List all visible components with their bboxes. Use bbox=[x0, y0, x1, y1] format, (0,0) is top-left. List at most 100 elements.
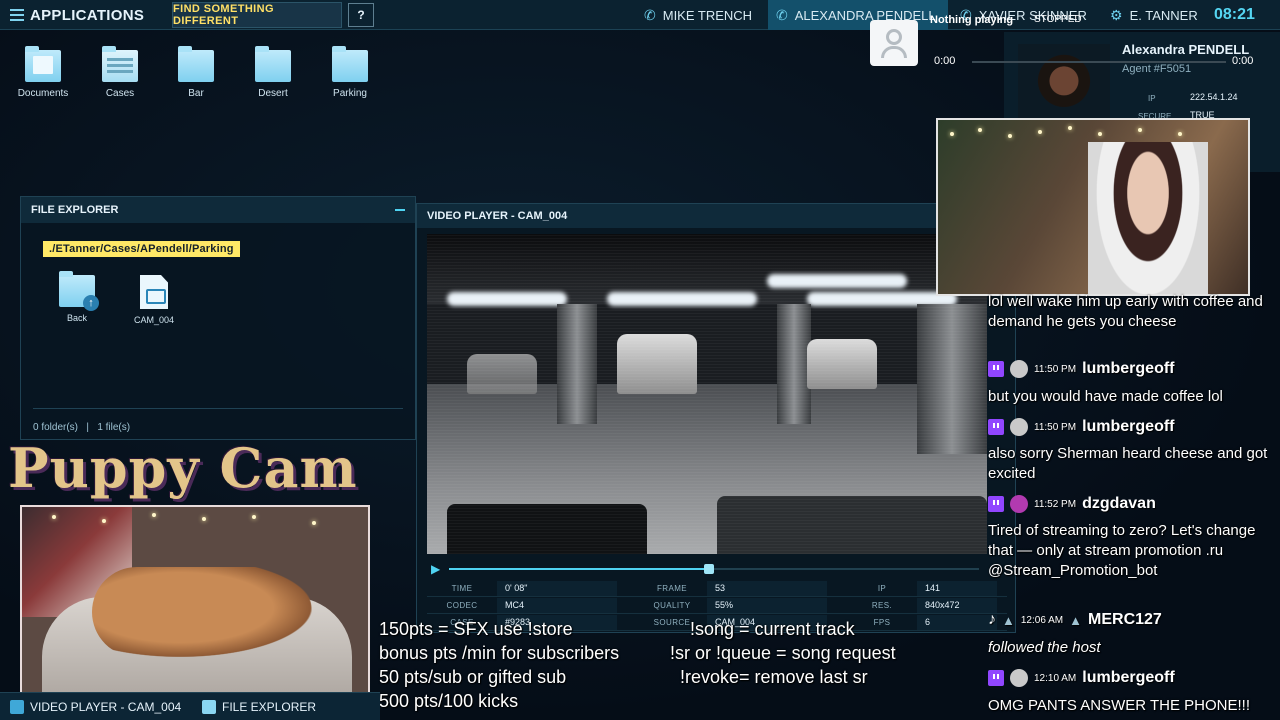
status-separator: | bbox=[86, 422, 89, 433]
twitch-icon bbox=[988, 670, 1004, 686]
screen: APPLICATIONS Find something different ? … bbox=[0, 0, 1280, 720]
meta-value-frame: 53 bbox=[707, 580, 827, 596]
file-label: Back bbox=[66, 313, 87, 323]
twitch-icon bbox=[988, 496, 1004, 512]
desktop-icon-desert[interactable]: Desert bbox=[238, 46, 308, 99]
overlay-line: !revoke= remove last sr bbox=[680, 667, 868, 687]
chat-username-row: 12:10 AM lumbergeoff bbox=[988, 667, 1175, 689]
now-playing-title: Nothing playing bbox=[930, 14, 1014, 26]
chat-message: but you would have made coffee lol bbox=[988, 388, 1223, 405]
desktop-icon-label: Desert bbox=[258, 88, 288, 99]
meta-key: FRAME bbox=[657, 583, 687, 593]
badge-icon bbox=[1010, 418, 1028, 436]
meta-key: TIME bbox=[451, 583, 473, 593]
applications-label: APPLICATIONS bbox=[30, 6, 145, 24]
taskbar-label: VIDEO PLAYER - CAM_004 bbox=[30, 700, 182, 714]
meta-value-quality: 55% bbox=[707, 597, 827, 613]
help-button[interactable]: ? bbox=[348, 3, 374, 27]
folder-icon bbox=[202, 700, 216, 714]
desktop-icon-parking[interactable]: Parking bbox=[315, 46, 385, 99]
agent-ip-key: IP bbox=[1148, 94, 1156, 103]
video-player-window: VIDEO PLAYER - CAM_004 ▶ TIME 0' 08" FRA… bbox=[416, 203, 1016, 633]
camera-file-icon bbox=[140, 275, 168, 309]
back-folder[interactable]: Back bbox=[45, 271, 109, 323]
desktop-icon-bar[interactable]: Bar bbox=[161, 46, 231, 99]
chat-username: MERC127 bbox=[1088, 611, 1162, 628]
meta-key: FPS bbox=[873, 617, 891, 627]
chat-time: 11:50 PM bbox=[1034, 421, 1077, 433]
desktop-icon-cases[interactable]: Cases bbox=[85, 46, 155, 99]
overlay-line: bonus pts /min for subscribers bbox=[379, 643, 620, 663]
video-frame[interactable] bbox=[427, 234, 987, 554]
now-playing-bar bbox=[972, 61, 1226, 63]
phone-icon: ✆ bbox=[644, 6, 656, 23]
divider bbox=[33, 408, 403, 409]
meta-value-codec: MC4 bbox=[497, 597, 617, 613]
window-title: FILE EXPLORER bbox=[31, 204, 119, 216]
meta-key: IP bbox=[877, 583, 887, 593]
puppy-cam-title: Puppy Cam bbox=[8, 436, 358, 500]
minimize-icon[interactable] bbox=[395, 209, 405, 211]
file-cam-004[interactable]: CAM_004 bbox=[122, 275, 186, 325]
arrow-up-icon: ▲ bbox=[1069, 612, 1083, 628]
applications-button[interactable]: APPLICATIONS bbox=[0, 0, 170, 30]
file-explorer-window: FILE EXPLORER ./ETanner/Cases/APendell/P… bbox=[20, 196, 416, 440]
folder-icon bbox=[332, 46, 368, 82]
cases-icon bbox=[102, 46, 138, 82]
overlay-line: 500 pts/100 kicks bbox=[379, 691, 519, 711]
window-title: VIDEO PLAYER - CAM_004 bbox=[427, 210, 568, 222]
taskbar: VIDEO PLAYER - CAM_004 FILE EXPLORER bbox=[0, 692, 380, 720]
play-icon[interactable]: ▶ bbox=[431, 562, 440, 576]
chat-time: 12:06 AM bbox=[1020, 614, 1064, 626]
arrow-up-icon: ▲ bbox=[1002, 612, 1015, 628]
now-playing-elapsed: 0:00 bbox=[934, 55, 956, 67]
file-label: CAM_004 bbox=[133, 315, 175, 325]
taskbar-file-explorer[interactable]: FILE EXPLORER bbox=[202, 697, 316, 717]
desktop-icon-label: Parking bbox=[333, 88, 367, 99]
now-playing-duration: 0:00 bbox=[1232, 55, 1254, 67]
chat-username: lumbergeoff bbox=[1082, 418, 1175, 435]
progress-track[interactable] bbox=[449, 564, 979, 574]
folder-count: 0 folder(s) bbox=[33, 422, 79, 433]
agent-ip-value: 222.54.1.24 bbox=[1190, 92, 1238, 102]
taskbar-label: FILE EXPLORER bbox=[222, 700, 317, 714]
chat-username-row: 11:50 PM lumbergeoff bbox=[988, 416, 1175, 438]
puppy-webcam bbox=[20, 505, 370, 697]
meta-key: QUALITY bbox=[653, 600, 691, 610]
chat-username: lumbergeoff bbox=[1082, 360, 1175, 377]
meta-value-time: 0' 08" bbox=[497, 580, 617, 596]
twitch-icon bbox=[988, 361, 1004, 377]
find-label: Find something different bbox=[173, 3, 274, 27]
twitch-icon bbox=[988, 419, 1004, 435]
desktop-icon-documents[interactable]: Documents bbox=[8, 46, 78, 99]
file-count: 1 file(s) bbox=[97, 422, 131, 433]
overlay-line: 150pts = SFX use !store bbox=[379, 619, 573, 639]
explorer-status: 0 folder(s) | 1 file(s) bbox=[33, 422, 130, 433]
taskbar-video-player[interactable]: VIDEO PLAYER - CAM_004 bbox=[10, 697, 181, 717]
chat-overlay: lol well wake him up early with coffee a… bbox=[984, 290, 1280, 720]
play-icon bbox=[10, 700, 24, 714]
contact-mike-trench[interactable]: ✆ MIKE TRENCH bbox=[636, 0, 760, 30]
chat-username-row: ♪ ▲ 12:06 AM ▲ MERC127 bbox=[988, 609, 1162, 631]
file-explorer-titlebar[interactable]: FILE EXPLORER bbox=[21, 197, 415, 223]
playback-bar[interactable]: ▶ bbox=[427, 562, 987, 576]
back-folder-icon bbox=[59, 271, 99, 311]
meta-key: CODEC bbox=[446, 600, 478, 610]
progress-knob[interactable] bbox=[703, 564, 714, 574]
desktop-icon-label: Cases bbox=[105, 88, 135, 99]
desktop-icon-label: Bar bbox=[188, 88, 204, 99]
phone-icon: ✆ bbox=[776, 6, 788, 23]
now-playing-widget: Nothing playing STOPPED 0:00 0:00 bbox=[868, 12, 1278, 72]
chat-time: 12:10 AM bbox=[1034, 672, 1077, 684]
folder-icon bbox=[255, 46, 291, 82]
badge-icon bbox=[1010, 360, 1028, 378]
meta-key: RES. bbox=[871, 600, 893, 610]
find-something-different-button[interactable]: Find something different bbox=[172, 2, 342, 28]
user-icon bbox=[1010, 495, 1028, 513]
now-playing-state: STOPPED bbox=[1034, 14, 1082, 25]
chat-username: dzgdavan bbox=[1082, 495, 1156, 512]
video-player-titlebar[interactable]: VIDEO PLAYER - CAM_004 bbox=[417, 204, 1015, 228]
streamer-webcam bbox=[936, 118, 1250, 296]
chat-message: lol well wake him up early with coffee a… bbox=[988, 293, 1263, 330]
chat-message: Tired of streaming to zero? Let's change… bbox=[988, 522, 1256, 579]
